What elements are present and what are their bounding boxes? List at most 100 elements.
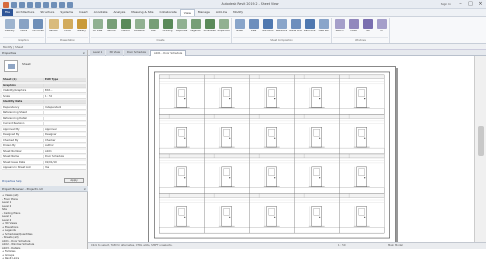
ribbon-button-callout[interactable]: Callout bbox=[119, 18, 132, 37]
tab-manage[interactable]: Manage bbox=[195, 9, 213, 16]
ribbon-button-switch[interactable]: Switch bbox=[333, 18, 346, 37]
property-row[interactable]: Scale 1 : 50 bbox=[2, 94, 86, 99]
save-icon[interactable] bbox=[19, 1, 25, 8]
property-value[interactable]: Edit Type bbox=[44, 78, 58, 81]
close-icon[interactable]: × bbox=[83, 186, 86, 192]
type-selector-label[interactable]: Sheet bbox=[22, 62, 31, 66]
tab-analyze[interactable]: Analyze bbox=[110, 9, 128, 16]
property-value[interactable]: Independent bbox=[44, 106, 61, 109]
close-button[interactable]: × bbox=[477, 1, 484, 7]
status-model[interactable]: Main Model bbox=[388, 244, 403, 247]
tab-collaborate[interactable]: Collaborate bbox=[157, 9, 180, 16]
tab-massing-site[interactable]: Massing & Site bbox=[128, 9, 156, 16]
tab-structure[interactable]: Structure bbox=[37, 9, 57, 16]
property-row[interactable]: Drawn By Author bbox=[2, 144, 86, 148]
property-row[interactable]: Designed By Designer bbox=[2, 133, 86, 137]
property-value[interactable] bbox=[44, 117, 45, 120]
ribbon-button-drafting[interactable]: Drafting bbox=[161, 18, 174, 37]
ribbon-button-sheet[interactable]: Sheet bbox=[233, 18, 246, 37]
apply-button[interactable]: Apply bbox=[64, 178, 84, 183]
redo-icon[interactable] bbox=[35, 1, 41, 8]
ribbon-button-title-block[interactable]: Title Block bbox=[261, 18, 274, 37]
property-row[interactable]: Referencing Sheet bbox=[2, 111, 86, 115]
ribbon-button-tile[interactable]: Tile bbox=[361, 18, 374, 37]
property-row[interactable]: Graphics bbox=[2, 83, 86, 88]
property-row[interactable]: Sheet (1) Edit Type bbox=[2, 78, 86, 82]
property-value[interactable] bbox=[44, 111, 45, 114]
drawing-canvas[interactable] bbox=[88, 56, 474, 244]
property-row[interactable]: Approved By Approver bbox=[2, 127, 86, 132]
ribbon-button-cloud[interactable]: Cloud bbox=[61, 18, 74, 37]
ribbon-button-view-ref[interactable]: View Ref bbox=[317, 18, 330, 37]
ribbon-button-3d-view[interactable]: 3D View bbox=[91, 18, 104, 37]
property-value[interactable]: 01/01/19 bbox=[44, 161, 57, 164]
ribbon-button-legends[interactable]: Legends bbox=[189, 18, 202, 37]
ribbon-button-section[interactable]: Section bbox=[105, 18, 118, 37]
ribbon-button-render[interactable]: Render bbox=[47, 18, 60, 37]
ribbon-button-matchline[interactable]: Matchline bbox=[303, 18, 316, 37]
property-value[interactable]: Yes bbox=[44, 166, 49, 169]
property-row[interactable]: Sheet Issue Date 01/01/19 bbox=[2, 160, 86, 165]
text-icon[interactable] bbox=[59, 1, 65, 8]
ribbon-button-schedules[interactable]: Schedules bbox=[203, 18, 216, 37]
sign-in-link[interactable]: Sign In bbox=[441, 2, 451, 6]
tab-add-ins[interactable]: Add-Ins bbox=[213, 9, 230, 16]
open-icon[interactable] bbox=[11, 1, 17, 8]
ribbon-button-revisions[interactable]: Revisions bbox=[275, 18, 288, 37]
property-value[interactable]: A101 bbox=[44, 150, 52, 153]
3d-view-icon[interactable] bbox=[67, 1, 73, 8]
property-row[interactable]: Current Revision bbox=[2, 122, 86, 126]
minimize-button[interactable]: – bbox=[457, 1, 464, 7]
ribbon-button-elevation[interactable]: Elevation bbox=[133, 18, 146, 37]
property-value[interactable]: Door Schedule bbox=[44, 155, 64, 158]
property-row[interactable]: Visibility/Graphics Edit... bbox=[2, 89, 86, 93]
property-value[interactable]: Designer bbox=[44, 133, 57, 136]
revit-logo-icon[interactable] bbox=[3, 1, 9, 8]
property-value[interactable]: Checker bbox=[44, 139, 56, 142]
ribbon-button-thin-lines[interactable]: Thin Lines bbox=[31, 18, 44, 37]
property-value[interactable] bbox=[44, 84, 45, 87]
property-row[interactable]: Appears In Sheet List Yes bbox=[2, 166, 86, 170]
type-selector-icon[interactable] bbox=[4, 60, 18, 72]
undo-icon[interactable] bbox=[27, 1, 33, 8]
print-icon[interactable] bbox=[43, 1, 49, 8]
close-icon[interactable]: × bbox=[82, 50, 85, 56]
ribbon-button-view[interactable]: View bbox=[247, 18, 260, 37]
tab-annotate[interactable]: Annotate bbox=[91, 9, 111, 16]
property-value[interactable]: Approver bbox=[44, 128, 57, 131]
ribbon-button-ui[interactable]: UI bbox=[375, 18, 388, 37]
tab-view[interactable]: View bbox=[179, 9, 195, 16]
property-row[interactable]: Sheet Name Door Schedule bbox=[2, 155, 86, 159]
measure-icon[interactable] bbox=[51, 1, 57, 8]
ribbon-button-filters[interactable]: Filters bbox=[17, 18, 30, 37]
property-value[interactable] bbox=[44, 122, 45, 125]
scrollbar-thumb[interactable] bbox=[478, 126, 484, 156]
ribbon-button-close[interactable]: Close bbox=[347, 18, 360, 37]
property-row[interactable]: Referencing Detail bbox=[2, 116, 86, 121]
ribbon-button-visibility[interactable]: Visibility bbox=[3, 18, 16, 37]
property-value[interactable]: Author bbox=[44, 144, 54, 147]
browser-tree-item[interactable]: + Revit Links bbox=[2, 257, 19, 261]
ribbon-button-scope-box[interactable]: Scope Box bbox=[217, 18, 230, 37]
ribbon-button-plan[interactable]: Plan bbox=[147, 18, 160, 37]
tab-file[interactable]: File bbox=[2, 9, 14, 16]
sheet-drawing[interactable] bbox=[148, 66, 396, 244]
status-scale[interactable]: 1 : 50 bbox=[338, 244, 345, 247]
property-row[interactable]: Dependency Independent bbox=[2, 105, 86, 110]
maximize-button[interactable]: □ bbox=[467, 1, 474, 7]
property-row[interactable]: Identity Data bbox=[2, 100, 86, 104]
vertical-scrollbar[interactable] bbox=[474, 56, 486, 242]
tab-insert[interactable]: Insert bbox=[76, 9, 91, 16]
ribbon-button-duplicate[interactable]: Duplicate bbox=[175, 18, 188, 37]
tab-architecture[interactable]: Architecture bbox=[13, 9, 37, 16]
tab-systems[interactable]: Systems bbox=[57, 9, 76, 16]
property-value[interactable]: Edit... bbox=[44, 89, 53, 92]
ribbon-button-gallery[interactable]: Gallery bbox=[75, 18, 88, 37]
tab-modify[interactable]: Modify bbox=[230, 9, 246, 16]
properties-help-link[interactable]: Properties help bbox=[2, 180, 22, 183]
property-row[interactable]: Checked By Checker bbox=[2, 138, 86, 143]
property-value[interactable]: 1 : 50 bbox=[44, 95, 52, 98]
property-value[interactable] bbox=[44, 100, 45, 103]
ribbon-button-guide-grid[interactable]: Guide Grid bbox=[289, 18, 302, 37]
property-row[interactable]: Sheet Number A101 bbox=[2, 149, 86, 154]
